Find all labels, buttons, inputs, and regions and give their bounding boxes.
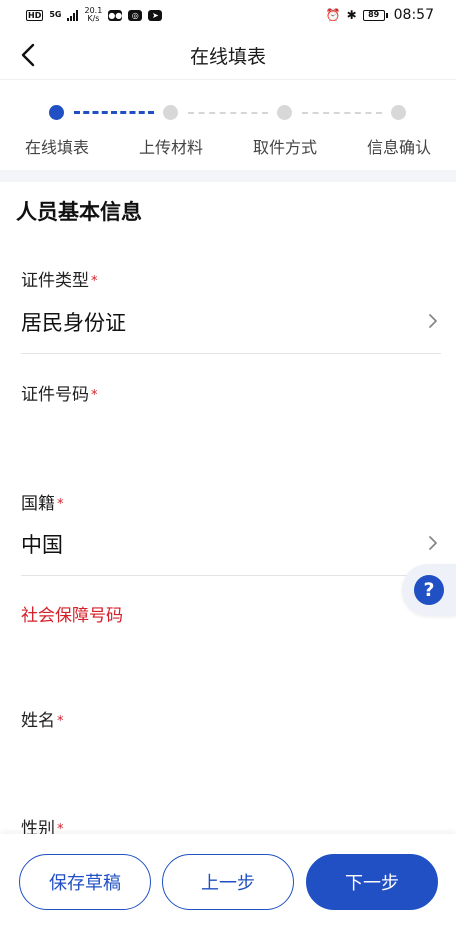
alarm-icon: ⏰ — [325, 8, 341, 22]
bluetooth-icon: ✱ — [346, 8, 357, 22]
network-type: 5G — [49, 10, 62, 19]
save-draft-button[interactable]: 保存草稿 — [19, 854, 151, 910]
id-number-input[interactable] — [21, 418, 421, 458]
step-dot-1 — [49, 105, 64, 120]
chevron-right-icon[interactable] — [426, 536, 440, 550]
step-dot-3 — [277, 105, 292, 120]
name-input[interactable] — [21, 745, 421, 785]
network-speed-unit: K/s — [87, 14, 100, 23]
required-mark: * — [91, 387, 98, 403]
network-speed: 20.1 K/s — [84, 7, 102, 23]
location-app-icon: ➤ — [148, 9, 163, 21]
name-label-text: 姓名 — [21, 711, 55, 731]
required-mark: * — [57, 713, 64, 729]
step-dot-4 — [391, 105, 406, 120]
required-mark: * — [91, 273, 98, 289]
step-connector-3 — [302, 112, 382, 114]
nav-bar: 在线填表 — [0, 30, 456, 80]
status-bar: HD 5G 20.1 K/s ●● ◎ ➤ ⏰ ✱ 89 08:57 — [0, 0, 456, 30]
nationality-label: 国籍 * — [21, 489, 64, 514]
nationality-label-text: 国籍 — [21, 494, 55, 514]
bottom-action-bar: 保存草稿 上一步 下一步 — [0, 834, 456, 929]
hd-indicator: HD — [26, 9, 44, 21]
step-connector-2 — [188, 112, 268, 114]
signal-icon — [67, 9, 79, 21]
step-label-pickup: 取件方式 — [252, 138, 317, 157]
social-security-label: 社会保障号码 — [21, 606, 123, 626]
battery-icon: 89 — [362, 9, 388, 21]
help-button[interactable]: ? — [402, 564, 456, 616]
wechat-icon: ●● — [108, 9, 123, 21]
id-type-select[interactable]: 居民身份证 — [21, 307, 126, 337]
clock: 08:57 — [393, 7, 434, 23]
step-label-fill-form: 在线填表 — [24, 138, 89, 157]
section-separator — [0, 170, 456, 182]
step-connector-1 — [74, 111, 154, 114]
battery-level: 89 — [362, 9, 385, 21]
nationality-select[interactable]: 中国 — [21, 529, 63, 559]
page-title: 在线填表 — [189, 46, 266, 68]
next-step-button[interactable]: 下一步 — [306, 854, 438, 910]
status-left: HD 5G 20.1 K/s ●● ◎ ➤ — [26, 7, 163, 23]
name-label: 姓名 * — [21, 706, 64, 731]
step-dot-2 — [163, 105, 178, 120]
social-security-input[interactable] — [21, 640, 421, 680]
divider — [21, 353, 441, 354]
app-notification-icon: ◎ — [128, 9, 143, 21]
id-number-label-text: 证件号码 — [21, 385, 89, 405]
divider — [21, 575, 441, 576]
section-title: 人员基本信息 — [16, 200, 142, 224]
required-mark: * — [57, 496, 64, 512]
progress-steps: 在线填表 上传材料 取件方式 信息确认 — [0, 96, 456, 166]
id-type-label: 证件类型 * — [21, 266, 98, 291]
previous-step-button[interactable]: 上一步 — [162, 854, 294, 910]
status-right: ⏰ ✱ 89 08:57 — [326, 7, 434, 23]
chevron-right-icon[interactable] — [426, 314, 440, 328]
question-mark-icon: ? — [414, 575, 444, 605]
id-type-label-text: 证件类型 — [21, 271, 89, 291]
step-label-upload: 上传材料 — [138, 138, 203, 157]
step-label-confirm: 信息确认 — [366, 138, 431, 157]
id-number-label: 证件号码 * — [21, 380, 98, 405]
